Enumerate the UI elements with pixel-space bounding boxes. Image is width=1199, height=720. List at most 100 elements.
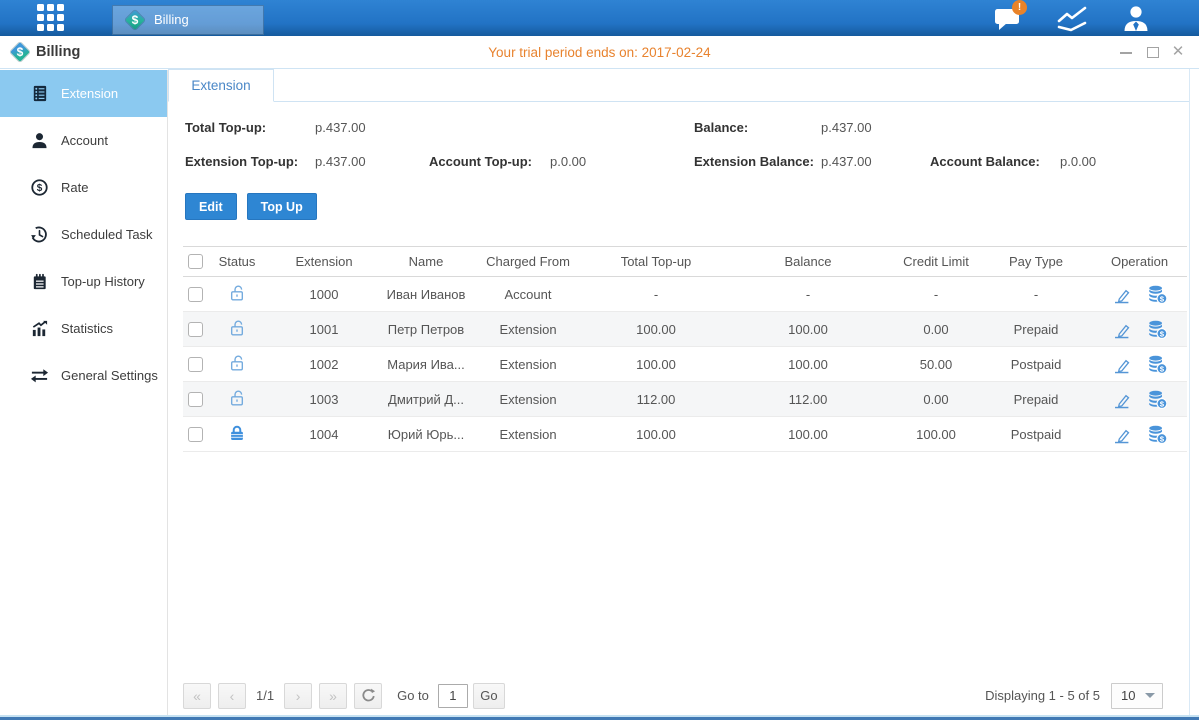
minimize-button[interactable] [1119,45,1133,59]
total-topup: 100.00 [588,357,724,372]
user-account-icon[interactable] [1119,3,1153,33]
page-size-dropdown[interactable]: 10 [1111,683,1163,709]
person-icon [30,131,49,150]
edit-pencil-icon[interactable] [1112,425,1131,444]
row-checkbox[interactable] [188,287,203,302]
edit-button[interactable]: Edit [185,193,237,220]
balance: 100.00 [724,322,892,337]
tab-strip: Extension [168,69,1189,102]
balance-summary: Total Top-up: p.437.00 Balance: p.437.00… [185,116,1189,172]
billing-diamond-icon: $ [125,10,145,30]
svg-text:$: $ [1160,364,1165,373]
extension-topup-value: p.437.00 [315,154,366,169]
extension-name: Дмитрий Д... [384,392,468,407]
notepad-icon [30,272,49,291]
sidebar-item-scheduled-task[interactable]: Scheduled Task [0,211,167,258]
sidebar-item-label: Top-up History [61,274,145,289]
lock-open-icon [228,389,246,410]
first-page-button[interactable]: « [183,683,211,709]
extension-number: 1002 [264,357,384,372]
lock-open-icon [228,284,246,305]
credit-limit: 0.00 [892,392,980,407]
pay-type: Postpaid [980,357,1092,372]
app-grid-menu-icon[interactable] [37,4,67,32]
main-content: Extension Total Top-up: p.437.00 Balance… [168,69,1190,715]
row-checkbox[interactable] [188,357,203,372]
charged-from: Account [468,287,588,302]
col-charged-from: Charged From [468,254,588,269]
edit-pencil-icon[interactable] [1112,390,1131,409]
balance-label: Balance: [694,120,821,135]
sidebar-item-label: Statistics [61,321,113,336]
table-row: 1003 Дмитрий Д... Extension 112.00 112.0… [183,382,1187,417]
goto-page-input[interactable] [438,684,468,708]
sidebar-item-extension[interactable]: Extension [0,70,167,117]
credit-limit: - [892,287,980,302]
top-app-bar: $ Billing ! [0,0,1199,36]
close-button[interactable]: ✕ [1171,45,1185,59]
account-topup-label: Account Top-up: [429,154,550,169]
displaying-range-text: Displaying 1 - 5 of 5 [985,688,1100,703]
svg-text:$: $ [37,183,43,194]
coin-icon: $ [30,178,49,197]
extension-table: Status Extension Name Charged From Total… [183,246,1187,452]
notification-badge: ! [1012,0,1027,15]
edit-pencil-icon[interactable] [1112,355,1131,374]
next-page-button[interactable]: › [284,683,312,709]
table-header: Status Extension Name Charged From Total… [183,246,1187,277]
pay-type: Prepaid [980,322,1092,337]
ledger-icon [30,84,49,103]
topup-coins-icon[interactable]: $ [1147,389,1167,409]
maximize-button[interactable] [1145,45,1159,59]
extension-balance-label: Extension Balance: [694,154,821,169]
extension-topup-label: Extension Top-up: [185,154,315,169]
last-page-button[interactable]: » [319,683,347,709]
topup-button[interactable]: Top Up [247,193,317,220]
topup-coins-icon[interactable]: $ [1147,424,1167,444]
pagination-bar: « ‹ 1/1 › » Go to Go Displaying 1 - 5 of… [183,682,1163,709]
sidebar-item-topup-history[interactable]: Top-up History [0,258,167,305]
table-row: 1000 Иван Иванов Account - - - - [183,277,1187,312]
sidebar-item-rate[interactable]: $ Rate [0,164,167,211]
row-checkbox[interactable] [188,392,203,407]
credit-limit: 50.00 [892,357,980,372]
extension-table-body: 1000 Иван Иванов Account - - - - [183,277,1187,452]
total-topup: - [588,287,724,302]
balance: 100.00 [724,427,892,442]
sidebar-item-statistics[interactable]: Statistics [0,305,167,352]
sidebar-item-account[interactable]: Account [0,117,167,164]
total-topup: 100.00 [588,427,724,442]
prev-page-button[interactable]: ‹ [218,683,246,709]
table-row: 1004 Юрий Юрь... Extension 100.00 100.00… [183,417,1187,452]
row-checkbox[interactable] [188,322,203,337]
account-topup-value: p.0.00 [550,154,586,169]
refresh-button[interactable] [354,683,382,709]
sidebar-item-label: Account [61,133,108,148]
charged-from: Extension [468,427,588,442]
statistics-chart-icon[interactable] [1055,3,1089,33]
col-credit-limit: Credit Limit [892,254,980,269]
topup-coins-icon[interactable]: $ [1147,284,1167,304]
notifications-chat-icon[interactable]: ! [991,3,1025,33]
topup-coins-icon[interactable]: $ [1147,319,1167,339]
extension-number: 1001 [264,322,384,337]
billing-app-icon: $ [10,42,30,62]
tab-extension[interactable]: Extension [168,69,274,102]
sidebar-item-label: Extension [61,86,118,101]
edit-pencil-icon[interactable] [1112,320,1131,339]
select-all-checkbox[interactable] [188,254,203,269]
topup-coins-icon[interactable]: $ [1147,354,1167,374]
app-tab-label: Billing [154,12,189,27]
account-balance-label: Account Balance: [930,154,1060,169]
window-bottom-border [0,715,1199,720]
col-operation: Operation [1092,254,1187,269]
extension-name: Мария Ива... [384,357,468,372]
go-button[interactable]: Go [473,683,505,709]
edit-pencil-icon[interactable] [1112,285,1131,304]
row-checkbox[interactable] [188,427,203,442]
app-tab-billing[interactable]: $ Billing [112,5,264,35]
charged-from: Extension [468,322,588,337]
svg-text:$: $ [1160,294,1165,303]
sidebar-item-general-settings[interactable]: General Settings [0,352,167,399]
total-topup-value: p.437.00 [315,120,366,135]
